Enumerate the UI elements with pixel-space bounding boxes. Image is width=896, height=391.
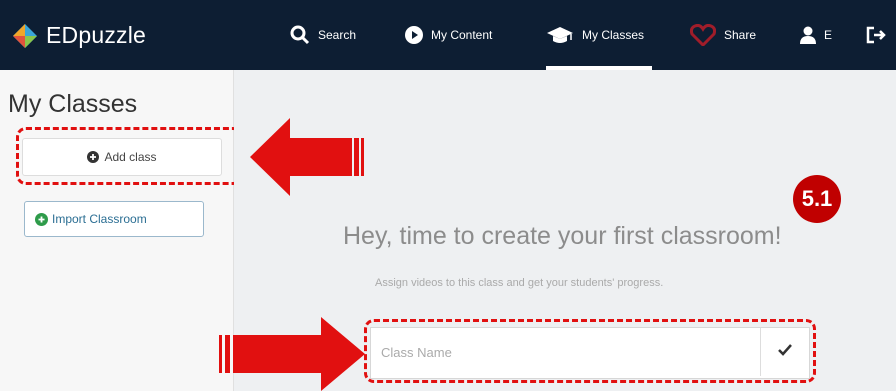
google-classroom-icon xyxy=(35,212,48,226)
user-icon xyxy=(800,26,816,44)
nav-user-initial: E xyxy=(824,28,833,42)
left-arrow-annotation xyxy=(250,118,364,196)
sign-out-icon xyxy=(866,26,886,44)
search-icon xyxy=(290,25,310,45)
empty-state-subtitle: Assign videos to this class and get your… xyxy=(375,277,664,289)
nav-search-label: Search xyxy=(318,28,357,42)
step-badge: 5.1 xyxy=(793,175,841,223)
add-class-highlight xyxy=(16,127,243,185)
nav-my-content-label: My Content xyxy=(431,28,493,42)
top-navigation-bar: EDpuzzle Search My Content My Classes Sh… xyxy=(0,0,896,70)
nav-search[interactable]: Search xyxy=(290,0,356,70)
app-name: EDpuzzle xyxy=(46,22,147,48)
nav-my-classes-label: My Classes xyxy=(582,28,645,42)
heart-icon xyxy=(690,24,716,46)
sidebar-title: My Classes xyxy=(8,90,138,118)
import-classroom-label: Import Classroom xyxy=(52,212,147,226)
nav-share[interactable]: Share xyxy=(690,0,756,70)
class-name-highlight xyxy=(364,319,816,383)
nav-my-content[interactable]: My Content xyxy=(405,0,492,70)
app-logo[interactable]: EDpuzzle xyxy=(12,22,146,49)
import-classroom-button[interactable]: Import Classroom xyxy=(24,201,204,237)
graduation-cap-icon xyxy=(546,25,574,45)
nav-my-classes[interactable]: My Classes xyxy=(546,0,653,70)
nav-logout[interactable] xyxy=(866,0,894,70)
puzzle-logo-icon xyxy=(12,23,38,49)
nav-user[interactable]: E xyxy=(800,0,832,70)
right-arrow-annotation xyxy=(219,317,365,391)
empty-state-headline: Hey, time to create your first classroom… xyxy=(343,222,782,250)
nav-share-label: Share xyxy=(724,28,757,42)
play-circle-icon xyxy=(405,26,423,44)
